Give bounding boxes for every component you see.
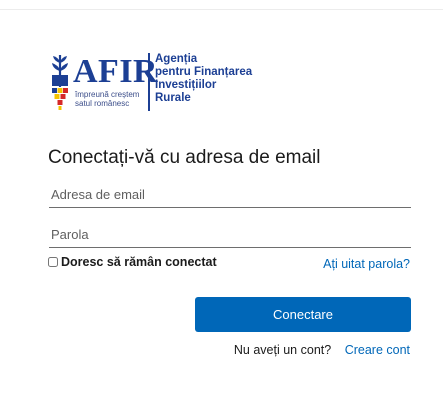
remember-label: Doresc să rămân conectat: [61, 255, 217, 269]
remember-me[interactable]: Doresc să rămân conectat: [48, 255, 217, 269]
forgot-password-link[interactable]: Ați uitat parola?: [323, 257, 410, 271]
logo-tagline: împreună creștem satul românesc: [75, 90, 139, 108]
signup-question: Nu aveți un cont?: [233, 343, 332, 357]
sign-in-button[interactable]: Conectare: [195, 297, 411, 332]
agency-line-3: Investițiilor: [155, 79, 217, 91]
page-title: Conectați-vă cu adresa de email: [48, 147, 321, 168]
remember-checkbox[interactable]: [48, 257, 58, 267]
afir-emblem-icon: [52, 55, 68, 110]
agency-line-4: Rurale: [155, 92, 191, 104]
password-field[interactable]: [49, 222, 411, 248]
email-field[interactable]: [49, 182, 411, 208]
agency-line-1: Agenția: [155, 53, 198, 65]
tagline-line-1: împreună creștem: [75, 90, 140, 99]
agency-name: Agenția pentru Finanțarea Investițiilor …: [155, 53, 252, 105]
afir-wordmark: AFIR: [73, 53, 159, 90]
top-divider: [0, 9, 443, 10]
signup-row: Nu aveți un cont? Creare cont: [234, 343, 410, 357]
afir-logo: AFIR împreună creștem satul românesc Age…: [50, 53, 260, 113]
tagline-line-2: satul românesc: [75, 99, 130, 108]
create-account-link[interactable]: Creare cont: [345, 343, 410, 357]
agency-line-2: pentru Finanțarea: [155, 66, 253, 78]
logo-separator: [148, 53, 150, 111]
